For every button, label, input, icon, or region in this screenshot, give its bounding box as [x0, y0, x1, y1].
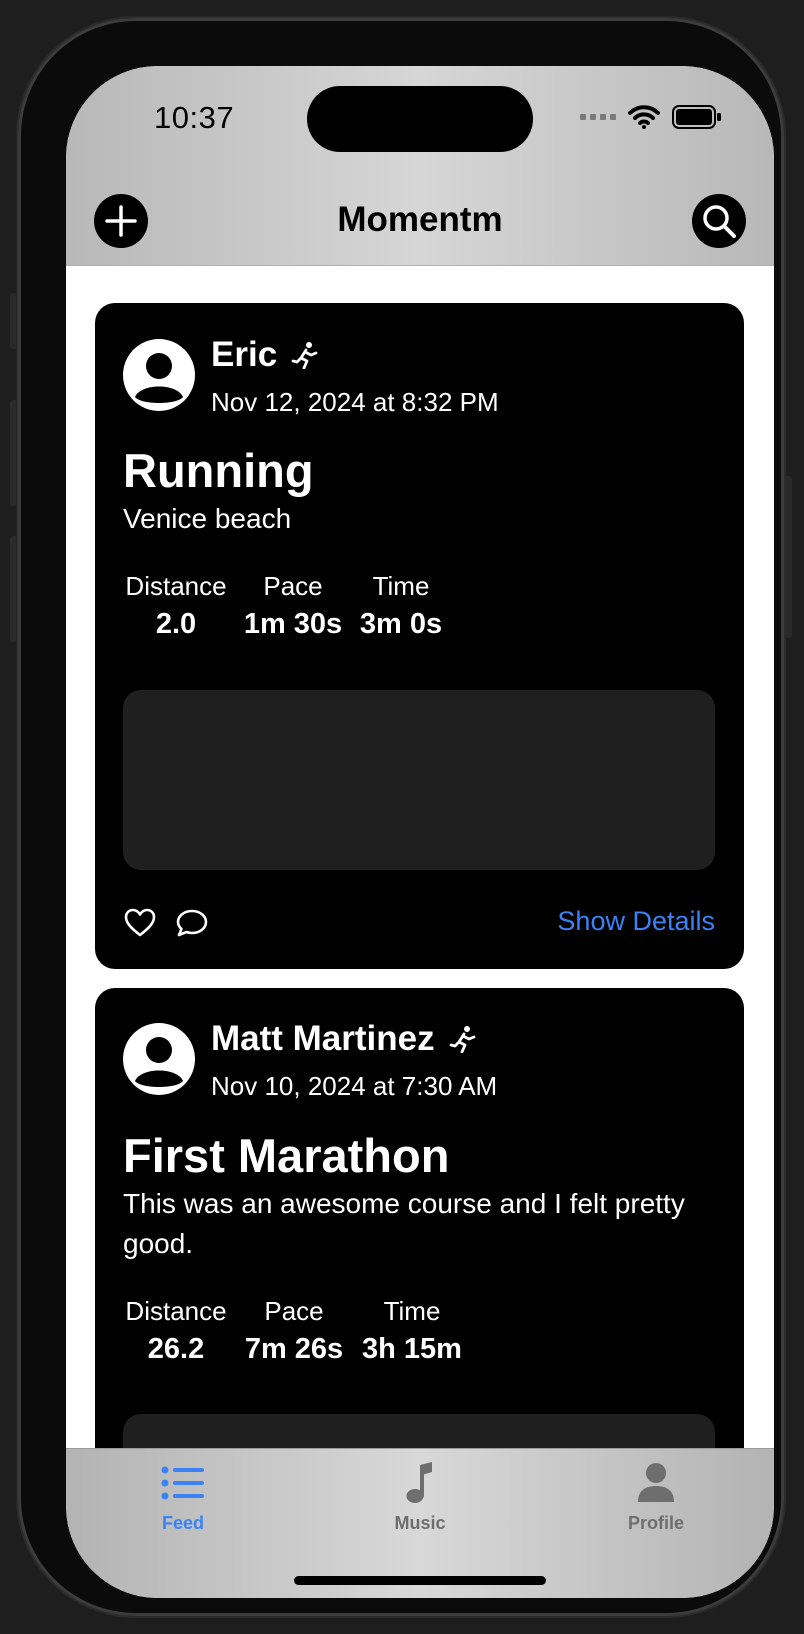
stat-distance: Distance 26.2: [123, 1296, 229, 1366]
post-user-name: Eric: [211, 335, 319, 375]
battery-icon: [672, 105, 721, 129]
stat-value: 3h 15m: [362, 1333, 462, 1365]
search-icon: [703, 205, 736, 238]
stat-label: Pace: [264, 1296, 324, 1326]
post-title: First Marathon: [123, 1129, 450, 1182]
action-button: [10, 293, 18, 349]
navigation-bar: Momentm: [66, 176, 774, 266]
stat-label: Distance: [125, 571, 227, 601]
dynamic-island: [307, 86, 533, 152]
post-date: Nov 10, 2024 at 7:30 AM: [211, 1071, 498, 1101]
running-icon: [291, 342, 318, 369]
stat-time: Time 3m 0s: [353, 571, 449, 641]
stat-label: Distance: [125, 1296, 227, 1326]
status-time: 10:37: [154, 100, 235, 135]
stat-label: Time: [372, 571, 430, 601]
tab-label: Profile: [627, 1513, 684, 1533]
stat-value: 3m 0s: [359, 608, 443, 640]
user-name-text: Eric: [211, 335, 278, 374]
volume-up-button: [10, 400, 18, 506]
home-indicator[interactable]: [294, 1576, 546, 1585]
status-icons: [580, 102, 722, 132]
post-title: Running: [123, 444, 314, 497]
running-icon: [449, 1026, 476, 1053]
app-title: Momentm: [337, 200, 503, 239]
stat-value: 7m 26s: [244, 1333, 344, 1365]
stat-value: 1m 30s: [243, 608, 343, 640]
post-user-name: Matt Martinez: [211, 1019, 477, 1059]
tab-music[interactable]: Music: [350, 1459, 490, 1534]
post-description: This was an awesome course and I felt pr…: [123, 1188, 685, 1259]
route-map-placeholder: [123, 690, 715, 870]
workout-post-card[interactable]: Eric Nov 12, 2024 at 8:32 PM Running Ven…: [95, 303, 744, 969]
stat-value: 26.2: [147, 1333, 205, 1365]
list-icon: [161, 1466, 204, 1500]
comment-icon[interactable]: [175, 906, 209, 940]
stat-time: Time 3h 15m: [357, 1296, 467, 1366]
show-details-link[interactable]: Show Details: [557, 906, 715, 937]
avatar-icon: [123, 1023, 195, 1095]
stat-distance: Distance 2.0: [123, 571, 229, 641]
tab-label: Feed: [161, 1513, 204, 1533]
search-button[interactable]: [692, 194, 746, 248]
stat-pace: Pace 7m 26s: [241, 1296, 347, 1366]
person-icon: [638, 1463, 674, 1502]
music-note-icon: [406, 1462, 432, 1503]
stat-label: Pace: [263, 571, 323, 601]
stat-pace: Pace 1m 30s: [241, 571, 345, 641]
user-name-text: Matt Martinez: [211, 1019, 435, 1058]
volume-down-button: [10, 536, 18, 642]
screen: 10:37 Momentm Eric Nov 12, 2024 at 8:32 …: [66, 66, 774, 1598]
phone-frame: 10:37 Momentm Eric Nov 12, 2024 at 8:32 …: [18, 18, 784, 1616]
wifi-icon: [628, 105, 660, 129]
cellular-signal-icon: [580, 114, 616, 120]
power-button: [784, 476, 792, 638]
post-date: Nov 12, 2024 at 8:32 PM: [211, 387, 499, 417]
tab-label: Music: [394, 1513, 446, 1533]
tab-feed[interactable]: Feed: [113, 1459, 253, 1534]
stat-label: Time: [383, 1296, 441, 1326]
stat-value: 2.0: [155, 608, 197, 640]
feed-list[interactable]: Eric Nov 12, 2024 at 8:32 PM Running Ven…: [66, 266, 774, 1498]
tab-profile[interactable]: Profile: [586, 1459, 726, 1534]
workout-post-card[interactable]: Matt Martinez Nov 10, 2024 at 7:30 AM Fi…: [95, 988, 744, 1498]
post-description: Venice beach: [123, 503, 292, 534]
heart-icon[interactable]: [123, 906, 157, 940]
avatar-icon: [123, 339, 195, 411]
